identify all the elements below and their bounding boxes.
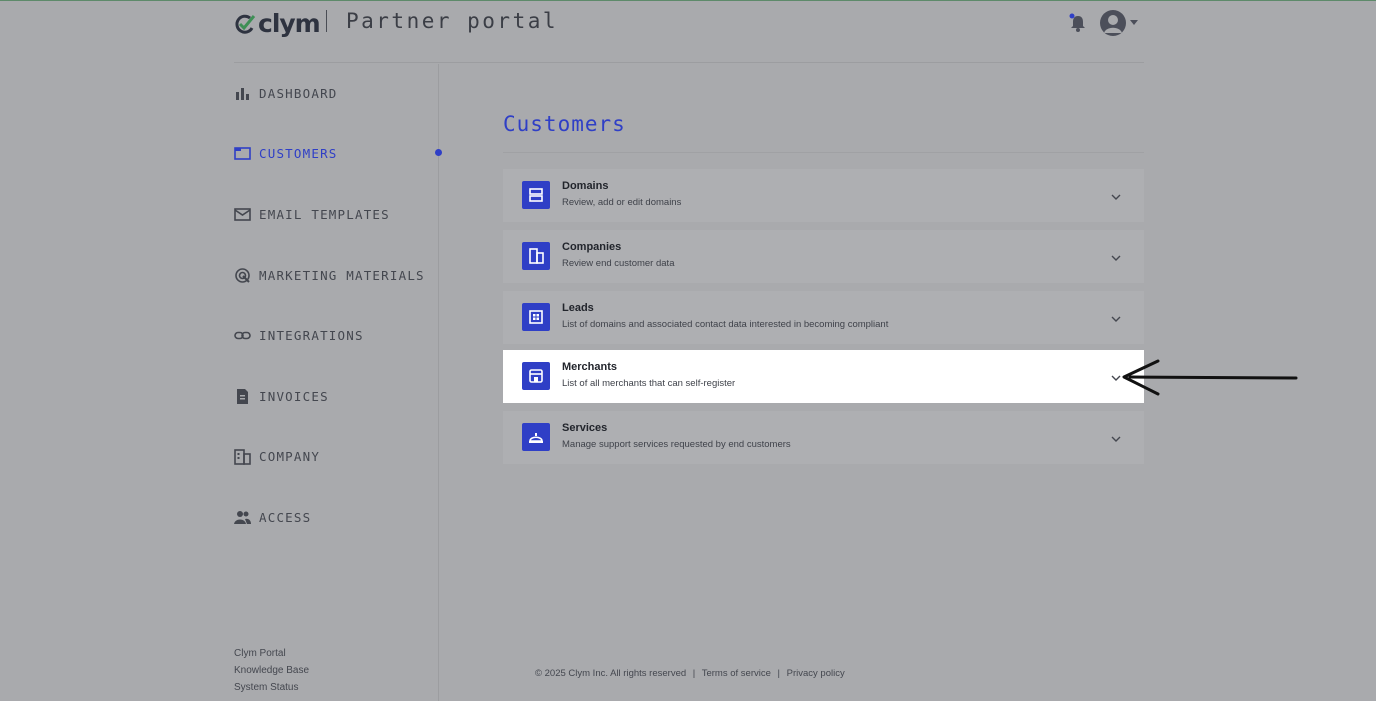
folder-icon	[234, 145, 251, 162]
grid-icon	[522, 303, 550, 331]
service-bell-icon	[522, 423, 550, 451]
knowledge-base-link[interactable]: Knowledge Base	[234, 662, 309, 679]
sidebar-item-label: INTEGRATIONS	[259, 327, 364, 343]
sidebar-item-company[interactable]: COMPANY	[234, 446, 320, 466]
card-description: List of all merchants that can self-regi…	[562, 378, 736, 389]
chevron-down-icon[interactable]	[1111, 431, 1121, 442]
sidebar-item-label: MARKETING MATERIALS	[259, 267, 425, 283]
card-description: Manage support services requested by end…	[562, 439, 791, 450]
card-title: Domains	[562, 180, 609, 192]
sidebar-item-marketing-materials[interactable]: MARKETING MATERIALS	[234, 265, 425, 285]
account-dropdown-caret-icon[interactable]	[1130, 20, 1138, 25]
sidebar-item-invoices[interactable]: INVOICES	[234, 386, 329, 406]
clym-portal-link[interactable]: Clym Portal	[234, 645, 309, 662]
card-title: Merchants	[562, 361, 618, 373]
sidebar-item-label: COMPANY	[259, 448, 321, 464]
server-icon	[522, 181, 550, 209]
card-description: List of domains and associated contact d…	[562, 319, 889, 330]
sidebar-item-label: CUSTOMERS	[259, 145, 338, 161]
copyright-text: © 2025 Clym Inc. All rights reserved	[535, 668, 687, 679]
building-icon	[522, 242, 550, 270]
card-title: Leads	[562, 302, 594, 314]
footer: © 2025 Clym Inc. All rights reserved | T…	[535, 668, 849, 679]
title-divider	[503, 152, 1144, 153]
chevron-down-icon[interactable]	[1111, 250, 1121, 261]
people-icon	[234, 509, 251, 526]
logo-divider	[326, 10, 327, 32]
sidebar-footer-links: Clym Portal Knowledge Base System Status	[234, 645, 309, 696]
sidebar-item-customers[interactable]: CUSTOMERS	[234, 143, 338, 163]
chevron-down-icon[interactable]	[1111, 189, 1121, 200]
footer-separator: |	[692, 668, 696, 679]
building-icon	[234, 448, 251, 465]
sidebar-item-label: INVOICES	[259, 388, 329, 404]
bar-chart-icon	[234, 85, 251, 102]
user-avatar-icon[interactable]	[1100, 10, 1126, 36]
notification-bell-icon[interactable]	[1069, 13, 1087, 33]
clym-logo[interactable]: clym	[234, 9, 321, 38]
sidebar-item-label: EMAIL TEMPLATES	[259, 206, 390, 222]
footer-separator: |	[777, 668, 780, 679]
card-domains[interactable]: Domains Review, add or edit domains	[503, 169, 1144, 222]
system-status-link[interactable]: System Status	[234, 679, 309, 696]
chevron-down-icon[interactable]	[1111, 311, 1121, 322]
header: clym Partner portal	[234, 1, 1144, 63]
annotation-arrow-icon	[1122, 359, 1298, 396]
sidebar-item-access[interactable]: ACCESS	[234, 507, 311, 527]
card-companies[interactable]: Companies Review end customer data	[503, 230, 1144, 283]
mail-icon	[234, 206, 251, 223]
sidebar-item-email-templates[interactable]: EMAIL TEMPLATES	[234, 204, 390, 224]
card-description: Review end customer data	[562, 258, 675, 269]
target-icon	[234, 267, 251, 284]
sidebar-divider	[438, 64, 439, 701]
store-icon	[522, 362, 550, 390]
card-merchants[interactable]: Merchants List of all merchants that can…	[503, 350, 1144, 403]
clym-check-icon	[234, 12, 258, 36]
card-title: Companies	[562, 241, 622, 253]
logo-text: clym	[258, 9, 321, 38]
card-services[interactable]: Services Manage support services request…	[503, 411, 1144, 464]
sidebar-item-integrations[interactable]: INTEGRATIONS	[234, 325, 364, 345]
sidebar-item-label: DASHBOARD	[259, 85, 338, 101]
page-title: Customers	[503, 112, 626, 136]
card-leads[interactable]: Leads List of domains and associated con…	[503, 291, 1144, 344]
sidebar-item-dashboard[interactable]: DASHBOARD	[234, 83, 338, 103]
privacy-link[interactable]: Privacy policy	[787, 668, 845, 679]
terms-link[interactable]: Terms of service	[702, 668, 771, 679]
active-indicator	[435, 149, 442, 156]
sidebar-item-label: ACCESS	[259, 509, 312, 525]
link-icon	[234, 327, 251, 344]
document-icon	[234, 388, 251, 405]
card-description: Review, add or edit domains	[562, 197, 682, 208]
portal-title: Partner portal	[346, 9, 559, 33]
card-title: Services	[562, 422, 608, 434]
